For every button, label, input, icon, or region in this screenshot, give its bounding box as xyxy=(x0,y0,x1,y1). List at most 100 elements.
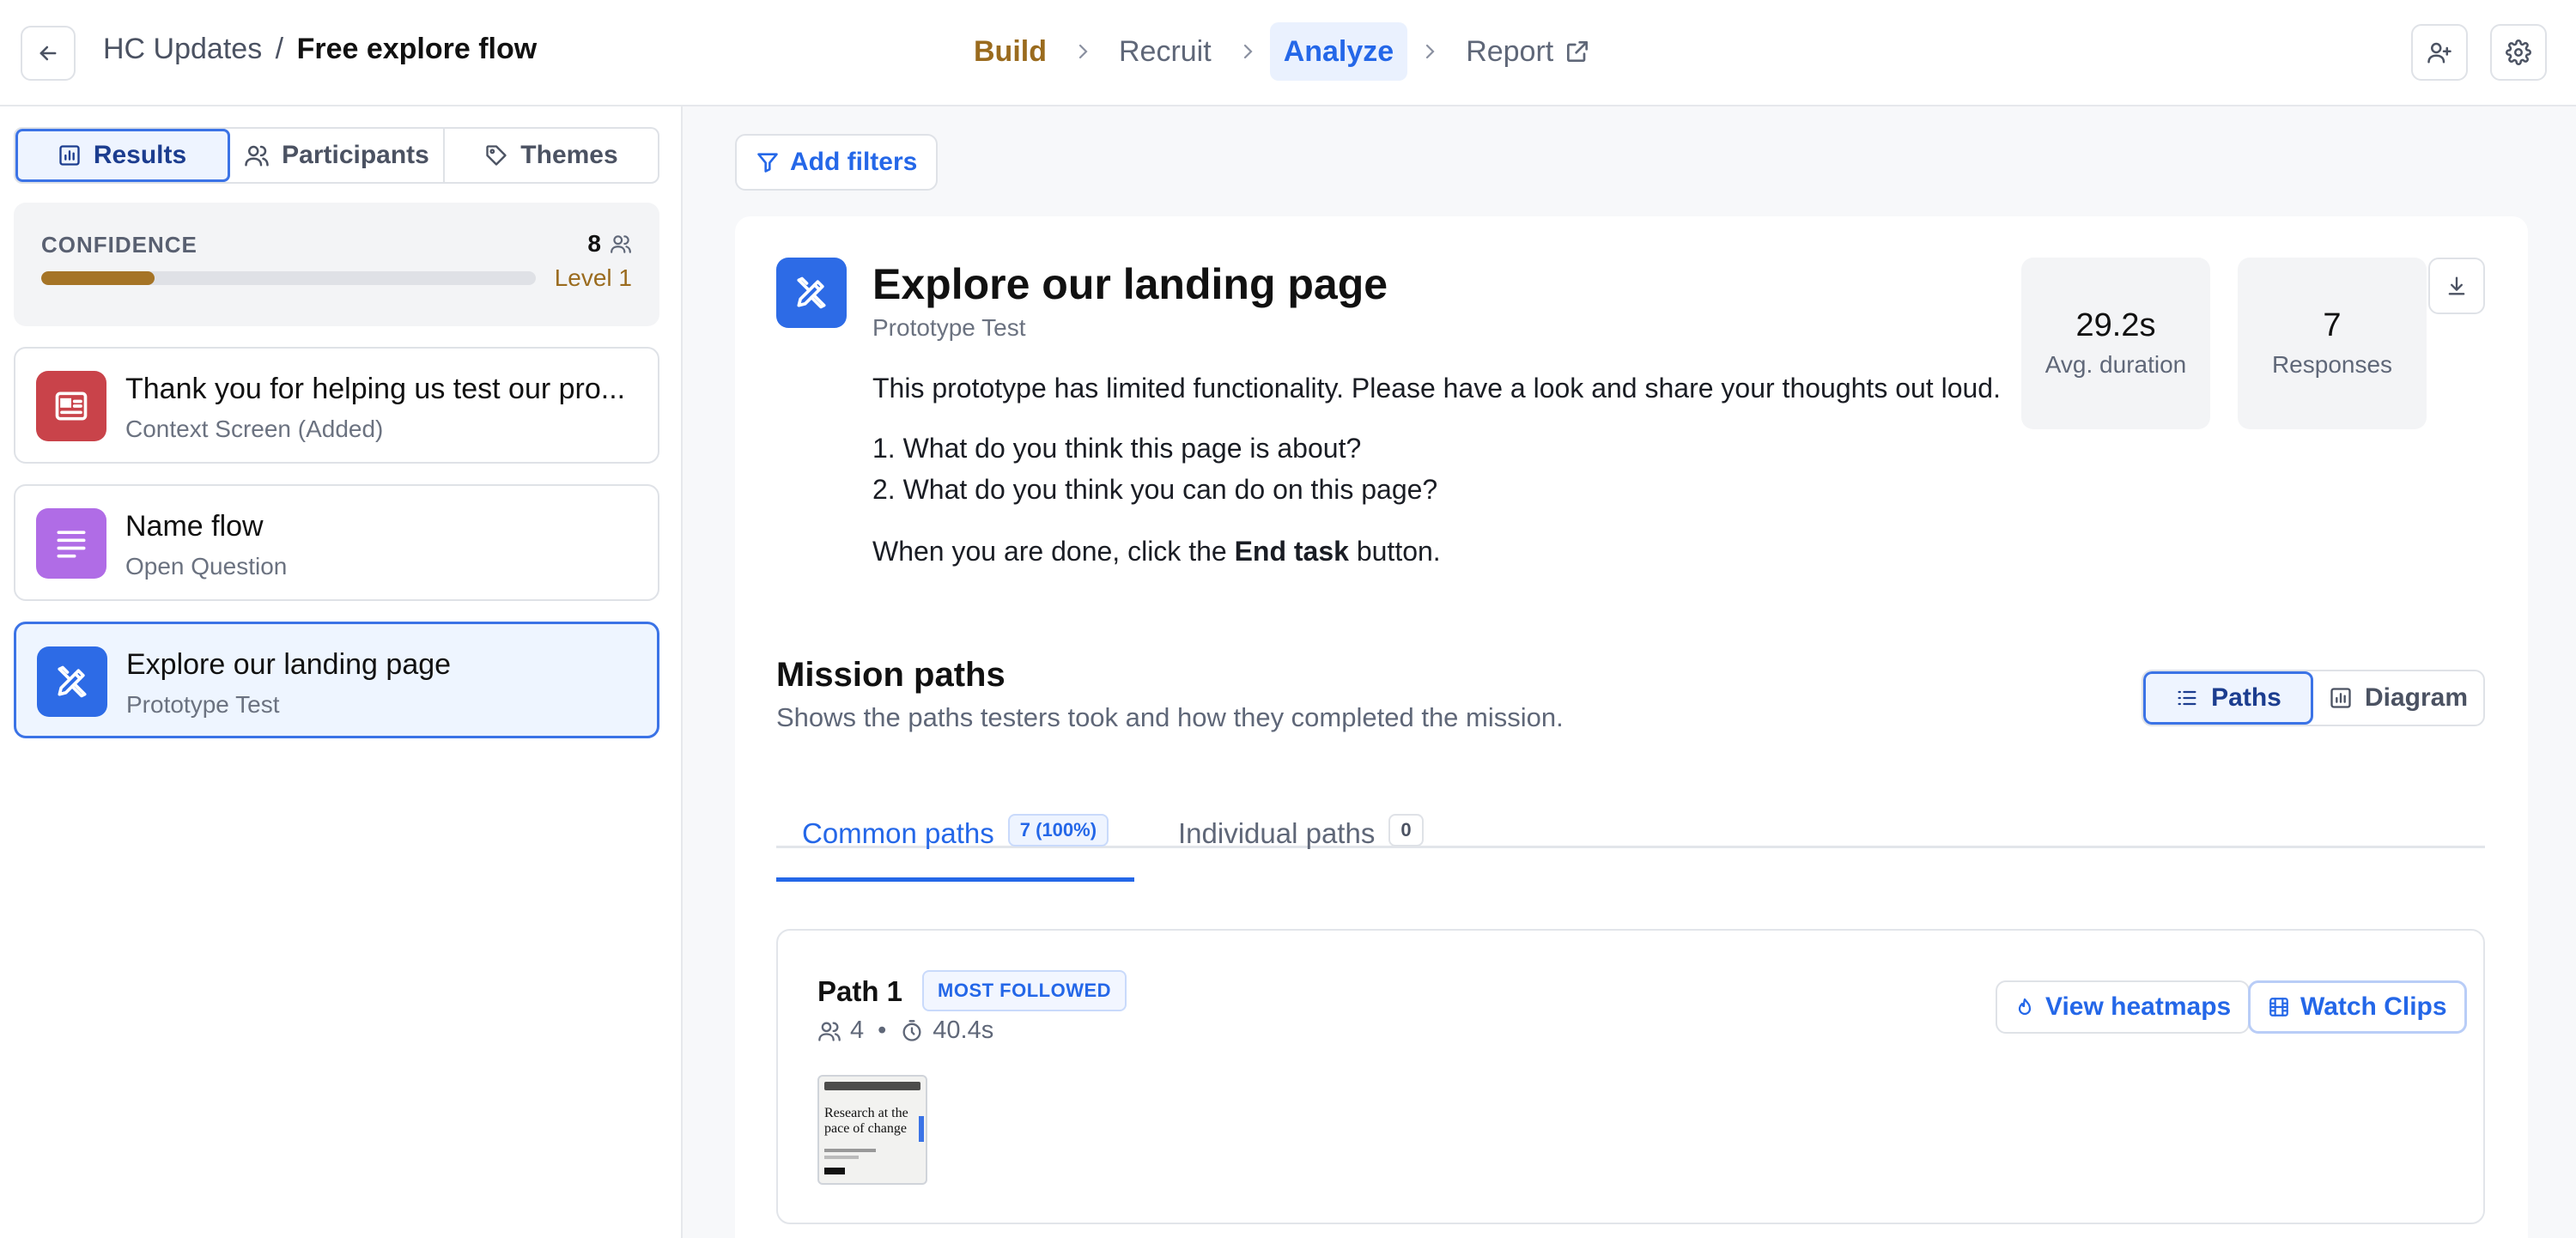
meta-bullet: • xyxy=(878,1016,887,1044)
diagram-view-button[interactable]: Diagram xyxy=(2313,671,2483,725)
confidence-panel: CONFIDENCE 8 Level 1 xyxy=(14,203,659,326)
tab-individual-paths[interactable]: Individual paths 0 xyxy=(1152,814,1449,879)
chevron-right-icon xyxy=(1426,44,1435,59)
task-title: Explore our landing page xyxy=(872,260,1388,308)
tab-participants-label: Participants xyxy=(282,141,429,169)
invite-user-button[interactable] xyxy=(2411,24,2468,81)
tab-label: Individual paths xyxy=(1178,817,1376,849)
confidence-count: 8 xyxy=(587,230,632,258)
list-icon xyxy=(2178,690,2196,706)
breadcrumb-separator: / xyxy=(275,33,284,65)
block-title: Name flow xyxy=(125,510,264,543)
external-link-icon xyxy=(1567,41,1589,62)
stat-label: Avg. duration xyxy=(2044,351,2187,378)
tab-count-badge: 7 (100%) xyxy=(1007,814,1109,847)
users-icon xyxy=(245,145,269,167)
view-heatmaps-label: View heatmaps xyxy=(2045,992,2232,1021)
chevron-right-icon xyxy=(1078,44,1088,59)
context-screen-icon xyxy=(36,371,106,441)
paths-view-button[interactable]: Paths xyxy=(2143,671,2313,725)
paths-view-label: Paths xyxy=(2211,683,2281,712)
gear-icon xyxy=(2506,39,2531,65)
step-recruit[interactable]: Recruit xyxy=(1105,22,1225,81)
watch-clips-button[interactable]: Watch Clips xyxy=(2248,980,2467,1034)
confidence-title: CONFIDENCE xyxy=(41,232,197,258)
add-filters-label: Add filters xyxy=(790,148,918,176)
mission-paths-subtitle: Shows the paths testers took and how the… xyxy=(776,702,1564,732)
stat-avg-duration: 29.2s Avg. duration xyxy=(2021,258,2210,429)
path-testers-count: 4 xyxy=(850,1016,865,1044)
sidebar-tabs: Results Participants Themes xyxy=(14,127,659,184)
path-duration: 40.4s xyxy=(933,1016,994,1044)
breadcrumb-project[interactable]: HC Updates xyxy=(103,33,262,65)
breadcrumb: HC Updates / Free explore flow xyxy=(103,33,537,66)
block-subtitle: Open Question xyxy=(125,553,288,580)
confidence-level: Level 1 xyxy=(554,264,632,291)
flame-icon xyxy=(2018,998,2032,1016)
mission-paths-title: Mission paths xyxy=(776,656,1005,694)
task-question: 1. What do you think this page is about? xyxy=(872,433,1362,464)
thumbnail-hero-text: Research at the pace of change xyxy=(824,1106,908,1136)
task-question: 2. What do you think you can do on this … xyxy=(872,474,1438,505)
path-screen-thumbnail[interactable]: Research at the pace of change xyxy=(817,1075,927,1185)
block-open-question[interactable]: Name flow Open Question xyxy=(14,484,659,601)
stat-value: 7 xyxy=(2323,307,2342,343)
bar-chart-icon xyxy=(2330,688,2351,708)
text-lines-icon xyxy=(36,508,106,579)
step-report-label: Report xyxy=(1466,34,1554,68)
sidebar: Results Participants Themes CONFIDENCE 8… xyxy=(0,106,683,1238)
tab-common-paths[interactable]: Common paths 7 (100%) xyxy=(776,814,1135,882)
path-meta: 4 • 40.4s xyxy=(817,1016,993,1045)
task-done-instruction: When you are done, click the End task bu… xyxy=(872,531,2014,572)
done-bold: End task xyxy=(1234,536,1349,567)
block-subtitle: Context Screen (Added) xyxy=(125,416,384,442)
add-filters-button[interactable]: Add filters xyxy=(735,134,939,191)
thumbnail-button xyxy=(824,1168,845,1174)
done-suffix: button. xyxy=(1348,536,1441,567)
diagram-view-label: Diagram xyxy=(2364,683,2469,712)
workflow-steps: Build Recruit Analyze Report xyxy=(960,22,1605,81)
top-header: HC Updates / Free explore flow Build Rec… xyxy=(0,0,2576,106)
task-intro: This prototype has limited functionality… xyxy=(872,373,2001,404)
thumbnail-topbar xyxy=(824,1082,920,1090)
breadcrumb-study: Free explore flow xyxy=(296,33,538,65)
tab-themes[interactable]: Themes xyxy=(445,129,658,182)
step-report[interactable]: Report xyxy=(1452,22,1605,81)
confidence-progress-bar xyxy=(41,271,536,285)
watch-clips-label: Watch Clips xyxy=(2300,992,2447,1021)
prototype-tools-icon xyxy=(37,646,107,717)
stat-label: Responses xyxy=(2271,351,2393,378)
settings-button[interactable] xyxy=(2490,24,2547,81)
tab-results-label: Results xyxy=(93,141,187,169)
download-icon xyxy=(2448,276,2465,295)
most-followed-badge: MOST FOLLOWED xyxy=(922,970,1127,1011)
stat-responses: 7 Responses xyxy=(2238,258,2427,429)
view-toggle: Paths Diagram xyxy=(2142,670,2485,726)
done-prefix: When you are done, click the xyxy=(872,536,1235,567)
tab-count-badge: 0 xyxy=(1388,814,1424,847)
step-analyze[interactable]: Analyze xyxy=(1269,22,1408,81)
tab-participants[interactable]: Participants xyxy=(230,129,445,182)
thumbnail-line xyxy=(824,1156,859,1159)
prototype-tools-icon xyxy=(776,258,847,328)
confidence-count-value: 8 xyxy=(587,230,601,257)
filter-icon xyxy=(757,153,778,173)
tab-label: Common paths xyxy=(802,817,994,849)
view-heatmaps-button[interactable]: View heatmaps xyxy=(1996,980,2251,1034)
block-title: Explore our landing page xyxy=(126,648,452,681)
tab-themes-label: Themes xyxy=(520,141,618,169)
task-type: Prototype Test xyxy=(872,314,1026,341)
task-questions: 1. What do you think this page is about?… xyxy=(872,428,2014,510)
results-card: Explore our landing page Prototype Test … xyxy=(735,216,2528,1238)
tab-results[interactable]: Results xyxy=(15,129,230,182)
block-prototype-test[interactable]: Explore our landing page Prototype Test xyxy=(14,622,659,738)
download-button[interactable] xyxy=(2428,258,2485,314)
path-card: Path 1 MOST FOLLOWED 4 • 40.4s View heat… xyxy=(776,929,2485,1224)
back-button[interactable] xyxy=(21,26,76,81)
block-context-screen[interactable]: Thank you for helping us test our pro...… xyxy=(14,347,659,464)
step-build[interactable]: Build xyxy=(960,22,1060,81)
path-name: Path 1 xyxy=(817,975,903,1007)
chevron-right-icon xyxy=(1243,44,1253,59)
stopwatch-icon xyxy=(902,1019,921,1041)
users-icon xyxy=(818,1022,841,1041)
